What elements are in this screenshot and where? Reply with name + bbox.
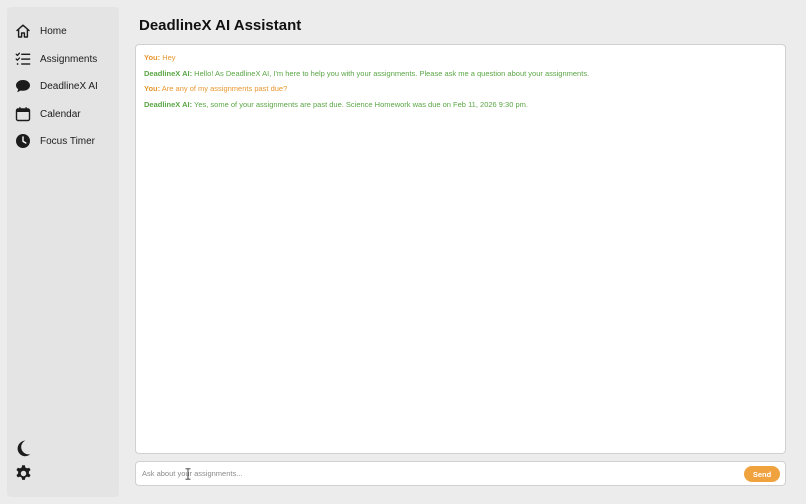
page-title: DeadlineX AI Assistant	[139, 17, 302, 34]
chat-input-bar: Send	[135, 461, 786, 486]
gear-icon	[14, 464, 33, 488]
chat-message-user: You: Hey	[144, 53, 777, 63]
sidebar-item-focus-timer[interactable]: Focus Timer	[15, 130, 95, 152]
send-button[interactable]: Send	[744, 466, 780, 482]
message-list: You: Hey DeadlineX AI: Hello! As Deadlin…	[144, 53, 777, 115]
sidebar-item-deadlinex-ai[interactable]: DeadlineX AI	[15, 75, 98, 97]
message-text: Hello! As DeadlineX AI, I'm here to help…	[194, 68, 590, 78]
message-sender: You:	[144, 84, 161, 94]
app-window: Home Assignments DeadlineX AI Calendar F…	[0, 0, 806, 504]
clock-icon	[15, 133, 31, 149]
message-text: Yes, some of your assignments are past d…	[194, 99, 528, 109]
settings-button[interactable]	[13, 464, 33, 488]
dark-mode-toggle[interactable]	[13, 440, 33, 460]
text-cursor-icon	[185, 468, 191, 480]
sidebar-item-home[interactable]: Home	[15, 20, 67, 42]
chat-message-ai: DeadlineX AI: Hello! As DeadlineX AI, I'…	[144, 69, 777, 79]
sidebar: Home Assignments DeadlineX AI Calendar F…	[7, 7, 119, 497]
message-text: Are any of my assignments past due?	[161, 84, 288, 94]
message-text: Hey	[162, 53, 176, 62]
chat-input[interactable]	[142, 465, 738, 482]
calendar-icon	[15, 106, 31, 122]
sidebar-item-assignments[interactable]: Assignments	[15, 48, 97, 70]
moon-icon	[14, 439, 32, 462]
message-sender: DeadlineX AI:	[144, 68, 193, 78]
home-icon	[15, 23, 31, 39]
sidebar-item-label: Assignments	[40, 53, 98, 65]
sidebar-item-label: DeadlineX AI	[40, 80, 98, 92]
message-sender: DeadlineX AI:	[144, 99, 193, 109]
checklist-icon	[15, 51, 31, 67]
sidebar-item-label: Calendar	[40, 108, 81, 120]
message-sender: You:	[144, 53, 161, 62]
chat-bubble-icon	[15, 78, 31, 94]
chat-message-ai: DeadlineX AI: Yes, some of your assignme…	[144, 100, 777, 110]
sidebar-item-calendar[interactable]: Calendar	[15, 103, 81, 125]
sidebar-item-label: Focus Timer	[40, 135, 96, 147]
chat-history-panel[interactable]: You: Hey DeadlineX AI: Hello! As Deadlin…	[135, 44, 786, 454]
chat-message-user: You: Are any of my assignments past due?	[144, 84, 777, 94]
sidebar-item-label: Home	[40, 25, 67, 37]
